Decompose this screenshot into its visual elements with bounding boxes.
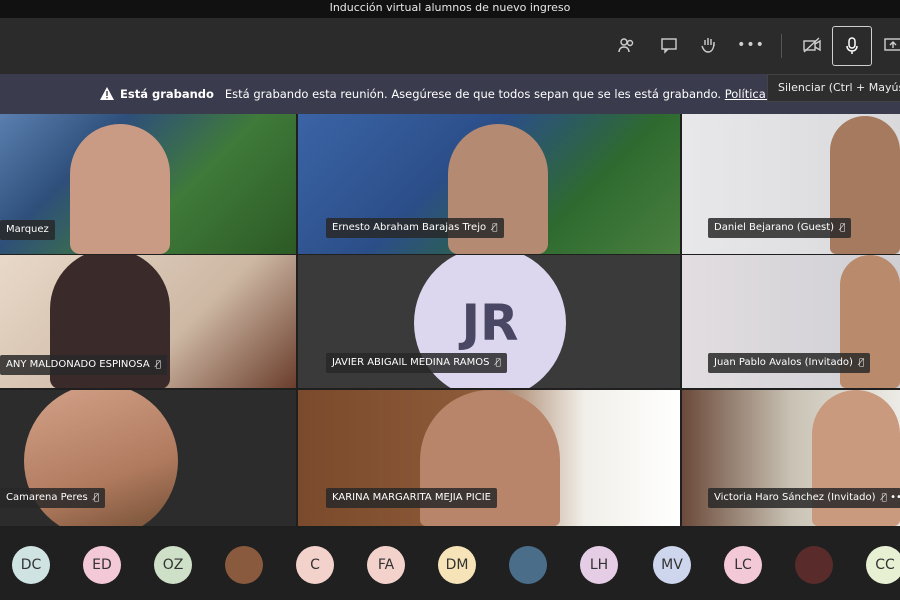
participant-avatar[interactable] bbox=[509, 546, 547, 584]
raise-hand-button[interactable] bbox=[694, 30, 724, 60]
mute-button[interactable] bbox=[832, 26, 872, 66]
participant-name: Juan Pablo Avalos (Invitado) bbox=[714, 357, 853, 368]
mic-off-icon: 🎙̸ bbox=[495, 358, 501, 368]
mic-off-icon: 🎙̸ bbox=[840, 223, 846, 233]
mute-tooltip: Silenciar (Ctrl + Mayús bbox=[767, 74, 900, 102]
participant-strip: DC ED OZ C FA DM LH MV LC CC bbox=[0, 528, 900, 600]
participant-avatar[interactable]: DM bbox=[438, 546, 476, 584]
participant-name-plate: Victoria Haro Sánchez (Invitado) 🎙̸ ••• bbox=[708, 488, 900, 508]
participant-name: Daniel Bejarano (Guest) bbox=[714, 222, 835, 233]
participant-name-plate: Juan Pablo Avalos (Invitado) 🎙̸ bbox=[708, 353, 871, 373]
share-screen-icon bbox=[884, 38, 900, 51]
participant-name-plate: Ernesto Abraham Barajas Trejo 🎙̸ bbox=[326, 218, 504, 238]
participants-icon bbox=[618, 38, 634, 53]
video-tile[interactable]: JR JAVIER ABIGAIL MEDINA RAMOS 🎙̸ bbox=[298, 255, 680, 388]
recording-label: Está grabando bbox=[120, 87, 214, 101]
camera-toggle-button[interactable] bbox=[797, 30, 827, 60]
participant-name: JAVIER ABIGAIL MEDINA RAMOS bbox=[332, 357, 490, 368]
participant-name: Victoria Haro Sánchez (Invitado) bbox=[714, 492, 876, 503]
participant-avatar[interactable]: OZ bbox=[154, 546, 192, 584]
more-options-icon[interactable]: ••• bbox=[736, 30, 766, 60]
video-tile[interactable]: Marquez bbox=[0, 114, 296, 254]
video-tile[interactable]: Daniel Bejarano (Guest) 🎙̸ bbox=[682, 114, 900, 254]
participant-avatar[interactable] bbox=[225, 546, 263, 584]
toolbar-divider bbox=[781, 34, 782, 58]
video-tile[interactable]: ANY MALDONADO ESPINOSA 🎙̸ bbox=[0, 255, 296, 388]
participant-video bbox=[70, 124, 170, 254]
microphone-icon bbox=[846, 37, 858, 54]
meeting-toolbar: ••• bbox=[0, 18, 900, 74]
participant-avatar[interactable]: FA bbox=[367, 546, 405, 584]
video-tile[interactable]: Ernesto Abraham Barajas Trejo 🎙̸ bbox=[298, 114, 680, 254]
participant-name: ANY MALDONADO ESPINOSA bbox=[6, 359, 150, 370]
participant-avatar[interactable]: LC bbox=[724, 546, 762, 584]
participant-avatar[interactable]: C bbox=[296, 546, 334, 584]
recording-banner: Está grabando Está grabando esta reunión… bbox=[0, 74, 900, 114]
participant-avatar[interactable]: DC bbox=[12, 546, 50, 584]
video-tile[interactable]: KARINA MARGARITA MEJIA PICIE bbox=[298, 390, 680, 526]
participant-name: KARINA MARGARITA MEJIA PICIE bbox=[326, 488, 497, 508]
window-title: Inducción virtual alumnos de nuevo ingre… bbox=[0, 0, 900, 18]
participant-name-plate: ANY MALDONADO ESPINOSA 🎙̸ bbox=[0, 355, 168, 375]
recording-message: Está grabando esta reunión. Asegúrese de… bbox=[224, 87, 722, 101]
participant-name-plate: JAVIER ABIGAIL MEDINA RAMOS 🎙̸ bbox=[326, 353, 507, 373]
participant-name: Camarena Peres bbox=[6, 492, 88, 503]
participant-avatar[interactable]: CC bbox=[866, 546, 900, 584]
mic-off-icon: 🎙̸ bbox=[881, 493, 887, 503]
video-tile[interactable]: Juan Pablo Avalos (Invitado) 🎙̸ bbox=[682, 255, 900, 388]
mic-off-icon: 🎙̸ bbox=[93, 493, 100, 503]
share-screen-button[interactable] bbox=[878, 30, 900, 60]
chat-icon bbox=[661, 38, 677, 54]
camera-off-icon bbox=[803, 37, 821, 53]
mic-off-icon: 🎙̸ bbox=[858, 358, 865, 368]
participant-name: Marquez bbox=[0, 220, 55, 240]
participant-name-plate: Camarena Peres 🎙̸ bbox=[0, 488, 106, 508]
tile-more-icon[interactable]: ••• bbox=[890, 492, 900, 503]
participant-avatar[interactable]: LH bbox=[580, 546, 618, 584]
raise-hand-icon bbox=[701, 38, 715, 53]
video-tile[interactable]: Victoria Haro Sánchez (Invitado) 🎙̸ ••• bbox=[682, 390, 900, 526]
participant-avatar[interactable]: ED bbox=[83, 546, 121, 584]
participant-name: Ernesto Abraham Barajas Trejo bbox=[332, 222, 487, 233]
chat-button[interactable] bbox=[654, 30, 684, 60]
participant-name-plate: Daniel Bejarano (Guest) 🎙̸ bbox=[708, 218, 852, 238]
video-tile[interactable]: Camarena Peres 🎙̸ bbox=[0, 390, 296, 526]
warning-icon bbox=[100, 87, 114, 100]
participant-avatar[interactable] bbox=[795, 546, 833, 584]
participant-avatar[interactable]: MV bbox=[653, 546, 691, 584]
participants-button[interactable] bbox=[612, 30, 642, 60]
mic-off-icon: 🎙̸ bbox=[492, 223, 498, 233]
mic-off-icon: 🎙̸ bbox=[155, 360, 162, 370]
